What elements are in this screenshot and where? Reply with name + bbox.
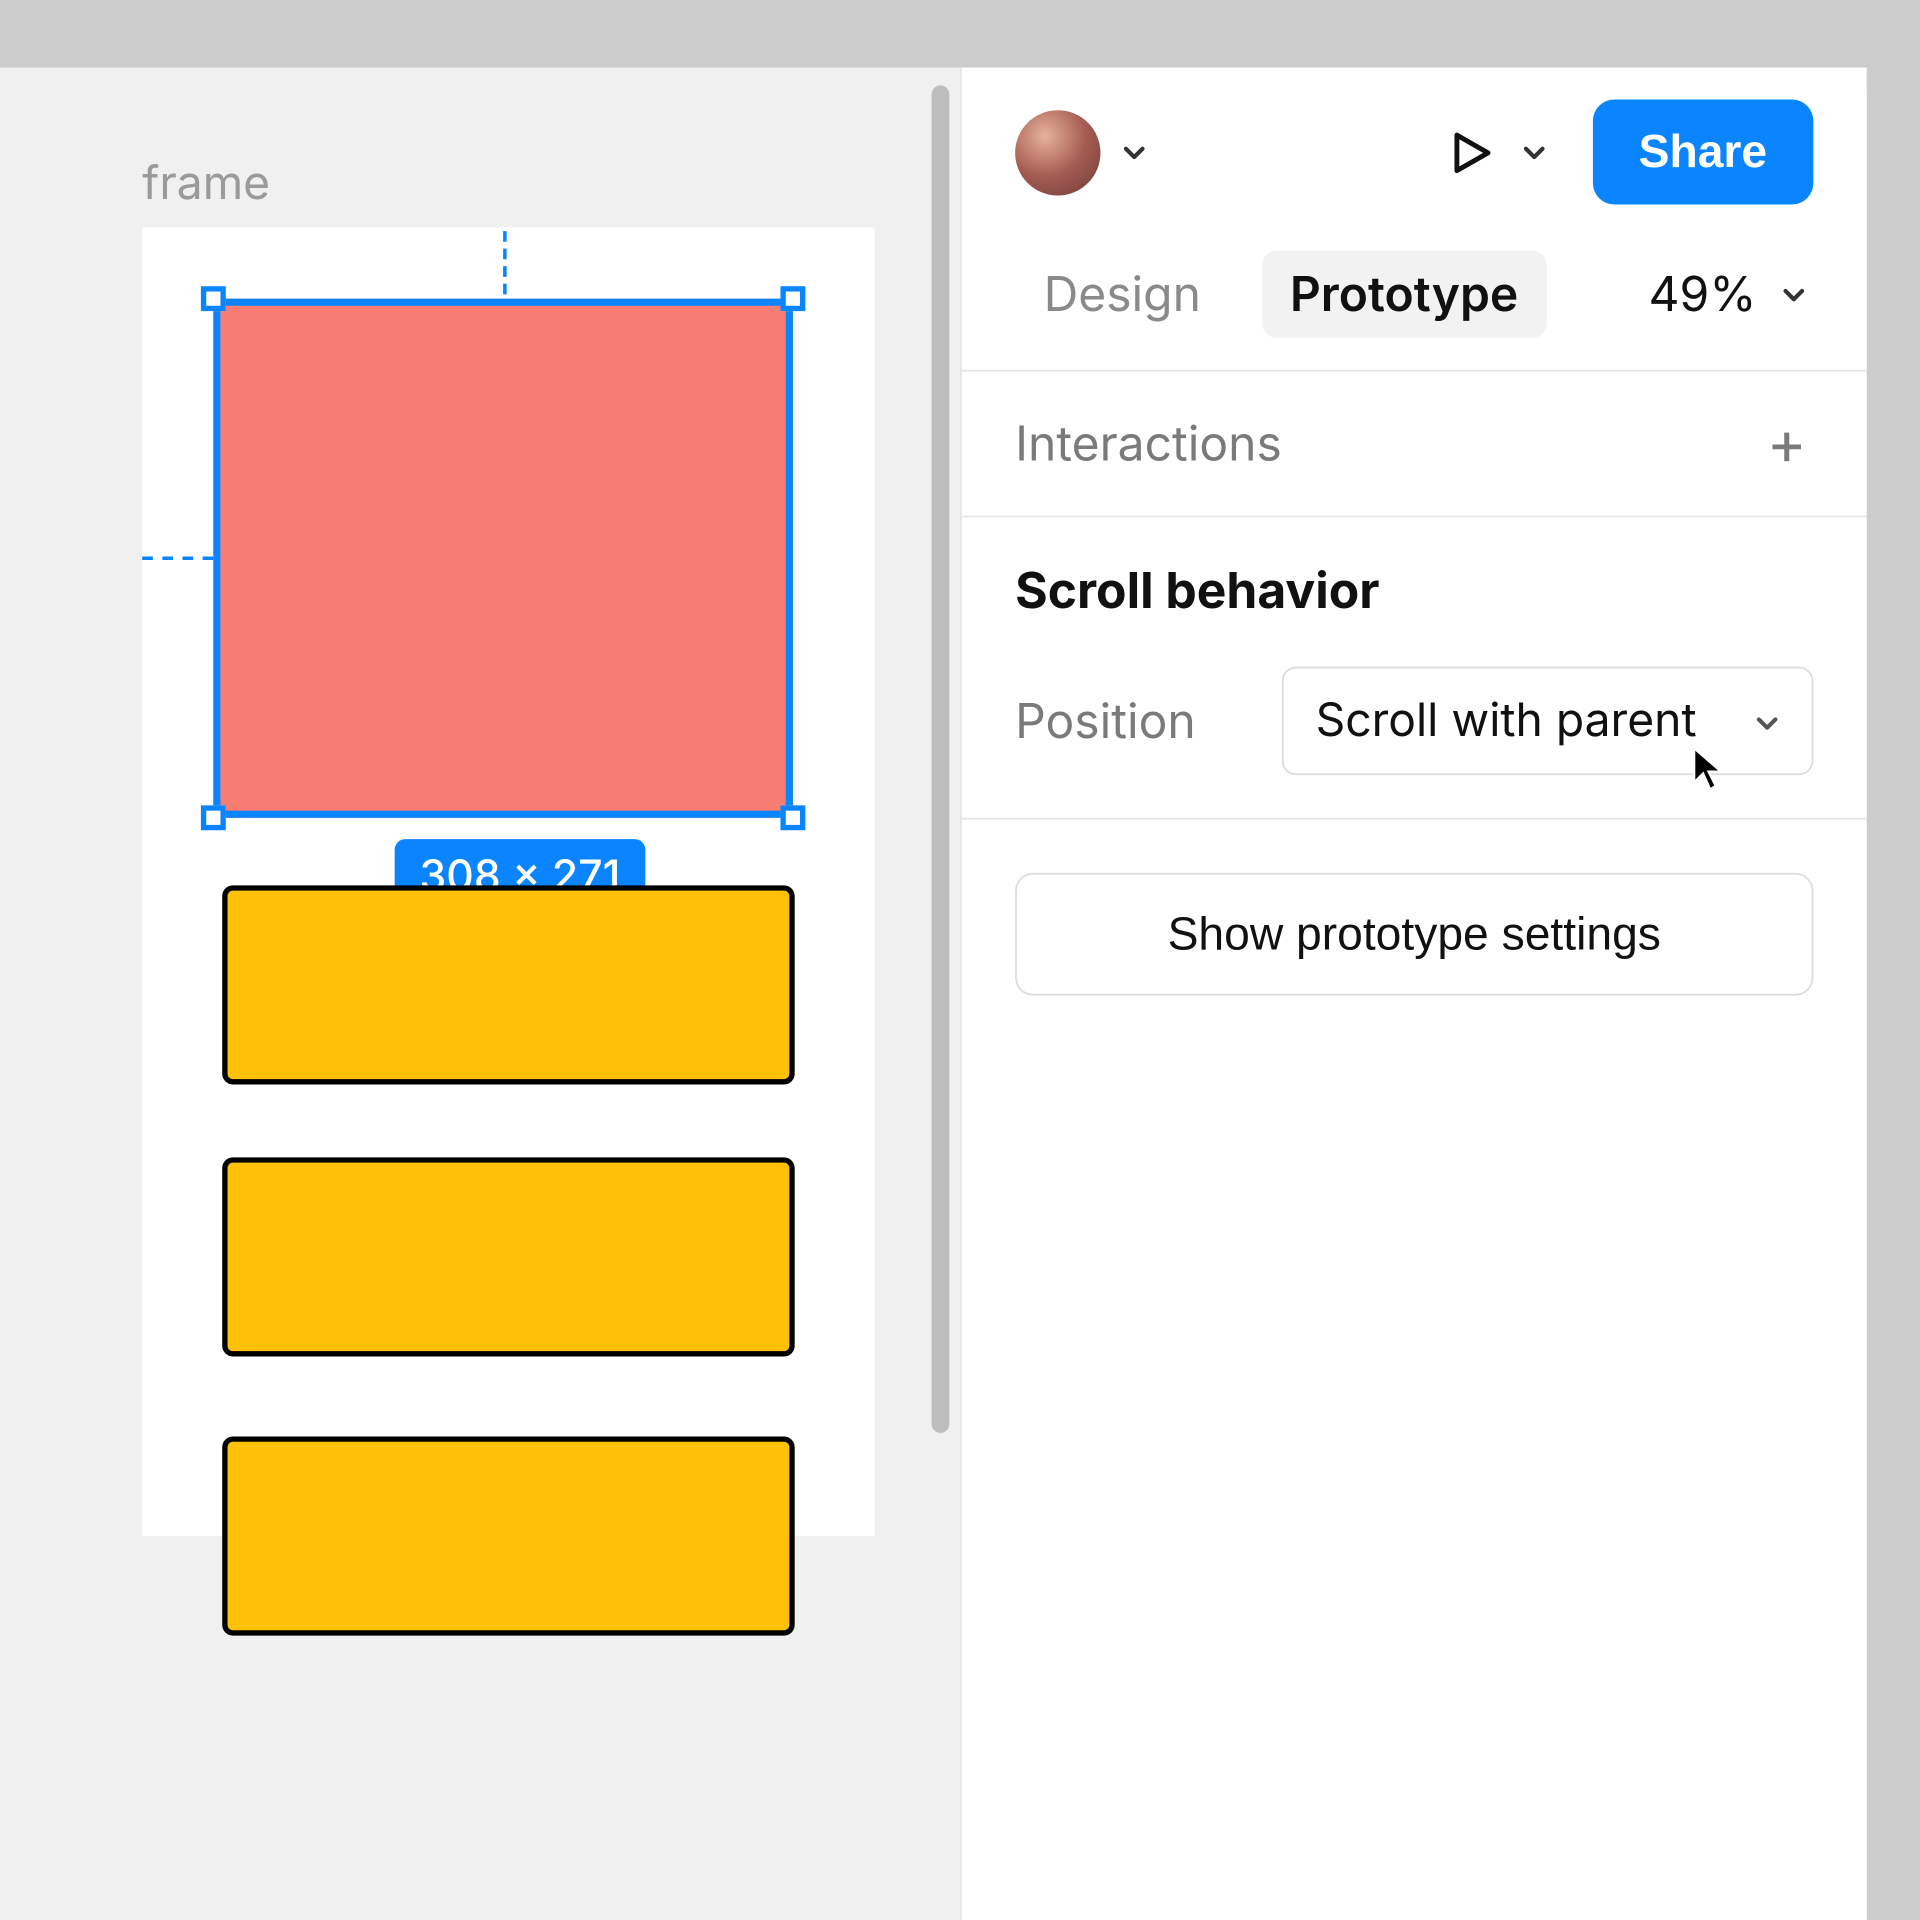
- alignment-guide-horizontal: [142, 556, 213, 560]
- resize-handle-top-left[interactable]: [201, 286, 226, 311]
- resize-handle-bottom-left[interactable]: [201, 805, 226, 830]
- position-label: Position: [1015, 692, 1246, 751]
- resize-handle-bottom-right[interactable]: [780, 805, 805, 830]
- play-menu-chevron-icon[interactable]: [1514, 132, 1553, 171]
- add-interaction-button[interactable]: +: [1760, 417, 1813, 470]
- interactions-section: Interactions +: [962, 372, 1867, 518]
- shape-bar-1[interactable]: [222, 885, 794, 1084]
- shape-bar-3[interactable]: [222, 1436, 794, 1635]
- scroll-behavior-heading: Scroll behavior: [1015, 560, 1813, 620]
- tab-prototype[interactable]: Prototype: [1261, 251, 1546, 338]
- zoom-chevron-icon[interactable]: [1774, 275, 1813, 314]
- share-button[interactable]: Share: [1592, 100, 1813, 205]
- show-prototype-settings-button[interactable]: Show prototype settings: [1015, 873, 1813, 996]
- position-dropdown[interactable]: Scroll with parent: [1282, 667, 1814, 775]
- interactions-heading: Interactions: [1015, 414, 1282, 473]
- scrollbar[interactable]: [932, 85, 950, 1433]
- zoom-value: 49%: [1649, 265, 1757, 324]
- chevron-down-icon: [1755, 693, 1780, 748]
- zoom-control[interactable]: 49%: [1649, 265, 1814, 324]
- selected-rectangle[interactable]: [213, 299, 793, 818]
- properties-panel: Share Design Prototype 49% Interactions …: [960, 68, 1867, 1920]
- avatar-menu-chevron-icon[interactable]: [1115, 132, 1154, 171]
- canvas-panel[interactable]: frame 308 × 271: [0, 68, 960, 1920]
- resize-handle-top-right[interactable]: [780, 286, 805, 311]
- play-icon[interactable]: [1440, 122, 1500, 182]
- tab-design[interactable]: Design: [1015, 251, 1229, 338]
- position-value: Scroll with parent: [1316, 693, 1697, 748]
- panel-tabs: Design Prototype 49%: [962, 204, 1867, 371]
- avatar[interactable]: [1015, 109, 1100, 194]
- shape-bar-2[interactable]: [222, 1157, 794, 1356]
- frame-label[interactable]: frame: [142, 156, 270, 211]
- scroll-behavior-section: Scroll behavior Position Scroll with par…: [962, 517, 1867, 819]
- app-window: frame 308 × 271: [0, 68, 1867, 1920]
- top-toolbar: Share: [962, 68, 1867, 205]
